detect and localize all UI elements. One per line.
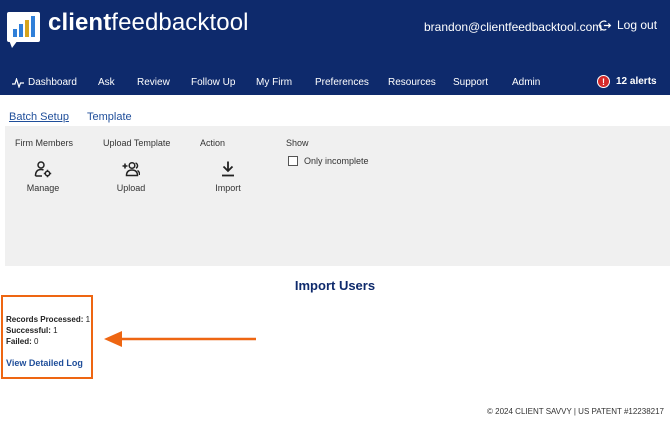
nav-item-my-firm[interactable]: My Firm	[256, 77, 292, 88]
tab-template[interactable]: Template	[87, 111, 132, 123]
upload-template-heading: Upload Template	[103, 138, 171, 148]
logo-bar	[19, 24, 23, 37]
annotation-arrow	[104, 331, 256, 347]
pulse-icon	[12, 77, 24, 88]
action-heading: Action	[200, 138, 226, 148]
user-email: brandon@clientfeedbacktool.com	[424, 20, 603, 34]
nav-item-resources[interactable]: Resources	[388, 77, 436, 88]
only-incomplete-option: Only incomplete	[288, 156, 369, 166]
nav-item-follow-up[interactable]: Follow Up	[191, 77, 235, 88]
manage-label: Manage	[26, 183, 60, 193]
logo-speech-tail	[9, 40, 18, 48]
user-gear-icon	[34, 161, 52, 178]
add-users-icon	[122, 161, 140, 177]
alert-icon: !	[597, 75, 610, 88]
import-button[interactable]: Import	[208, 160, 248, 193]
successful-line: Successful: 1	[6, 326, 58, 335]
only-incomplete-checkbox[interactable]	[288, 156, 298, 166]
brand-bold: client	[48, 9, 112, 36]
manage-button[interactable]: Manage	[23, 160, 63, 193]
logo-bar	[25, 20, 29, 37]
alerts-button[interactable]: ! 12 alerts	[597, 75, 657, 88]
failed-line: Failed: 0	[6, 337, 38, 346]
successful-value: 1	[53, 326, 58, 335]
download-icon	[222, 161, 234, 177]
view-detailed-log-link[interactable]: View Detailed Log	[6, 358, 83, 368]
only-incomplete-label: Only incomplete	[304, 156, 369, 166]
app-logo[interactable]	[7, 12, 40, 42]
brand-wordmark: clientfeedbacktool	[48, 9, 249, 37]
tab-batch-setup[interactable]: Batch Setup	[9, 111, 69, 123]
upload-label: Upload	[116, 183, 146, 193]
logout-button[interactable]: Log out	[599, 18, 657, 32]
import-users-title: Import Users	[294, 278, 376, 293]
nav-item-support[interactable]: Support	[453, 77, 488, 88]
nav-item-admin[interactable]: Admin	[512, 77, 540, 88]
failed-value: 0	[34, 337, 39, 346]
alerts-label: 12 alerts	[616, 76, 657, 87]
top-header: clientfeedbacktool brandon@clientfeedbac…	[0, 0, 670, 95]
failed-label: Failed:	[6, 337, 32, 346]
firm-members-heading: Firm Members	[15, 138, 73, 148]
nav-label: Dashboard	[28, 77, 77, 88]
logo-bar	[31, 16, 35, 37]
show-heading: Show	[286, 138, 309, 148]
nav-item-preferences[interactable]: Preferences	[315, 77, 369, 88]
brand-light: feedbacktool	[111, 9, 249, 36]
successful-label: Successful:	[6, 326, 51, 335]
records-processed-label: Records Processed:	[6, 315, 84, 324]
import-label: Import	[215, 183, 241, 193]
nav-item-dashboard[interactable]: Dashboard	[12, 77, 77, 88]
upload-button[interactable]: Upload	[111, 160, 151, 193]
logout-icon	[599, 19, 612, 31]
footer-copyright: © 2024 CLIENT SAVVY | US PATENT #1223821…	[487, 407, 664, 416]
nav-item-ask[interactable]: Ask	[98, 77, 115, 88]
records-processed-line: Records Processed: 1	[6, 315, 90, 324]
nav-item-review[interactable]: Review	[137, 77, 170, 88]
logout-label: Log out	[617, 18, 658, 32]
logo-bar	[13, 29, 17, 37]
records-processed-value: 1	[85, 315, 91, 324]
